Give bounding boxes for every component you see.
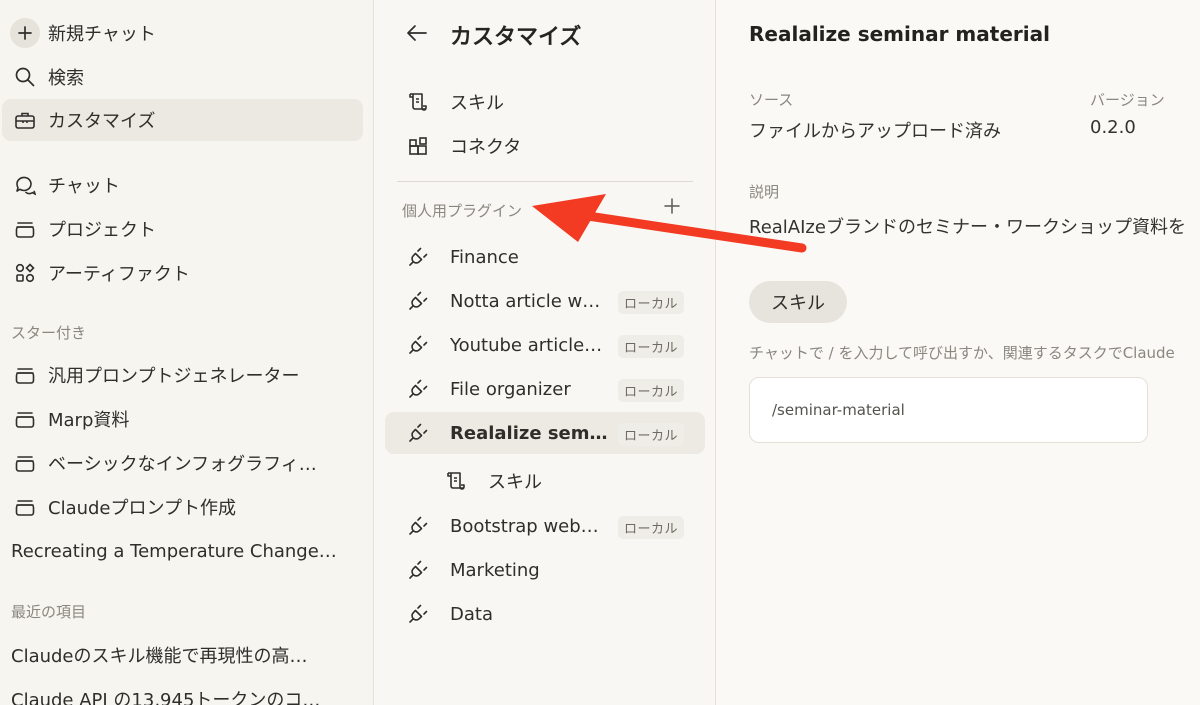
sidebar-item-chats[interactable]: チャット [2,164,363,206]
local-badge: ローカル [617,291,684,314]
slash-command-text: /seminar-material [772,401,905,419]
plug-icon [385,246,450,268]
sidebar: 新規チャット 検索 カスタマイズ チャット プロジェクト アーティファクト スタ… [0,0,374,705]
starred-header: スター付き [11,324,87,342]
search-icon [2,66,48,88]
plug-icon [385,290,450,312]
sidebar-item-customize[interactable]: カスタマイズ [2,99,363,141]
plugin-name: Notta article w… [450,290,601,312]
plugin-item[interactable]: Notta article w… ローカル [385,280,705,322]
blocks-icon [385,135,450,157]
scroll-icon [385,91,450,113]
chats-label: チャット [48,176,120,197]
starred-item[interactable]: 汎用プロンプトジェネレーター [2,354,363,396]
plug-icon [385,559,450,581]
plus-icon [2,18,48,48]
local-badge: ローカル [617,516,684,539]
plug-icon [385,515,450,537]
plugin-name: Bootstrap web… [450,515,599,537]
folder-stack-icon [2,365,48,385]
starred-item-label: Marp資料 [48,410,130,431]
starred-item-label: Claudeプロンプト作成 [48,498,236,519]
starred-item[interactable]: ベーシックなインフォグラフィ… [2,442,363,484]
customize-label: カスタマイズ [48,111,156,132]
plugin-sub-item-skills[interactable]: スキル [423,460,715,502]
description-value: RealAIzeブランドのセミナー・ワークショップ資料を [749,217,1186,238]
toolbox-icon [2,110,48,130]
plug-icon [385,378,450,400]
plugin-detail: Realalize seminar material ソース ファイルからアップ… [717,0,1200,705]
plug-icon [385,334,450,356]
new-chat-button[interactable]: 新規チャット [2,12,363,54]
plugin-name: Data [450,603,493,625]
folder-stack-icon [2,409,48,429]
plugin-name: Marketing [450,559,540,581]
local-badge: ローカル [617,379,684,402]
skill-tag-button[interactable]: スキル [749,281,847,323]
plugin-name: Realalize semi… [450,422,610,444]
annotation-arrow [532,194,807,253]
personal-plugins-header: 個人用プラグイン [402,202,523,220]
starred-item-label: ベーシックなインフォグラフィ… [48,454,317,475]
sidebar-item-artifacts[interactable]: アーティファクト [2,252,363,294]
source-label: ソース [749,91,794,109]
version-label: バージョン [1090,91,1165,109]
sub-item-label: スキル [488,472,542,493]
scroll-icon [423,470,488,492]
plugin-item[interactable]: File organizer ローカル [385,368,705,410]
slash-command-box[interactable]: /seminar-material [749,377,1148,443]
page-title: カスタマイズ [450,25,582,50]
new-chat-label: 新規チャット [48,24,156,45]
shapes-icon [2,262,48,284]
starred-item[interactable]: Marp資料 [2,398,363,440]
plugin-item[interactable]: Data [385,593,705,635]
starred-item-label: 汎用プロンプトジェネレーター [48,366,300,387]
folder-stack-icon [2,497,48,517]
recent-header: 最近の項目 [11,603,87,621]
starred-chat-item[interactable]: Recreating a Temperature Change… [11,541,341,562]
plugin-item[interactable]: Youtube article… ローカル [385,324,705,366]
starred-item[interactable]: Claudeプロンプト作成 [2,486,363,528]
plugin-name: Youtube article… [450,334,603,356]
version-value: 0.2.0 [1090,117,1136,138]
source-value: ファイルからアップロード済み [749,121,1001,142]
usage-hint: チャットで / を入力して呼び出すか、関連するタスクでClaude [749,344,1175,362]
recent-chat-item[interactable]: Claudeのスキル機能で再現性の高… [11,642,341,668]
skills-label: スキル [450,93,504,114]
tab-skills[interactable]: スキル [385,81,705,123]
plugin-name: File organizer [450,378,571,400]
search-button[interactable]: 検索 [2,56,363,98]
back-arrow-icon[interactable] [405,22,429,48]
folder-stack-icon [2,453,48,473]
customize-panel: カスタマイズ スキル コネクタ 個人用プラグイン Finance Notta ar… [375,0,716,705]
sidebar-item-projects[interactable]: プロジェクト [2,208,363,250]
plugin-item[interactable]: Realalize semi… ローカル [385,412,705,454]
connectors-label: コネクタ [450,137,522,158]
tab-connectors[interactable]: コネクタ [385,125,705,167]
plugin-item[interactable]: Bootstrap web… ローカル [385,505,705,547]
chat-bubbles-icon [2,174,48,196]
projects-label: プロジェクト [48,220,156,241]
divider [397,181,693,182]
local-badge: ローカル [617,335,684,358]
plug-icon [385,422,450,444]
plugin-item[interactable]: Marketing [385,549,705,591]
search-label: 検索 [48,68,84,89]
folder-stack-icon [2,219,48,239]
plug-icon [385,603,450,625]
plugin-title: Realalize seminar material [749,22,1050,46]
recent-chat-item[interactable]: Claude API の13,945トークンのコ… [11,686,341,705]
local-badge: ローカル [617,423,684,446]
artifacts-label: アーティファクト [48,264,190,285]
